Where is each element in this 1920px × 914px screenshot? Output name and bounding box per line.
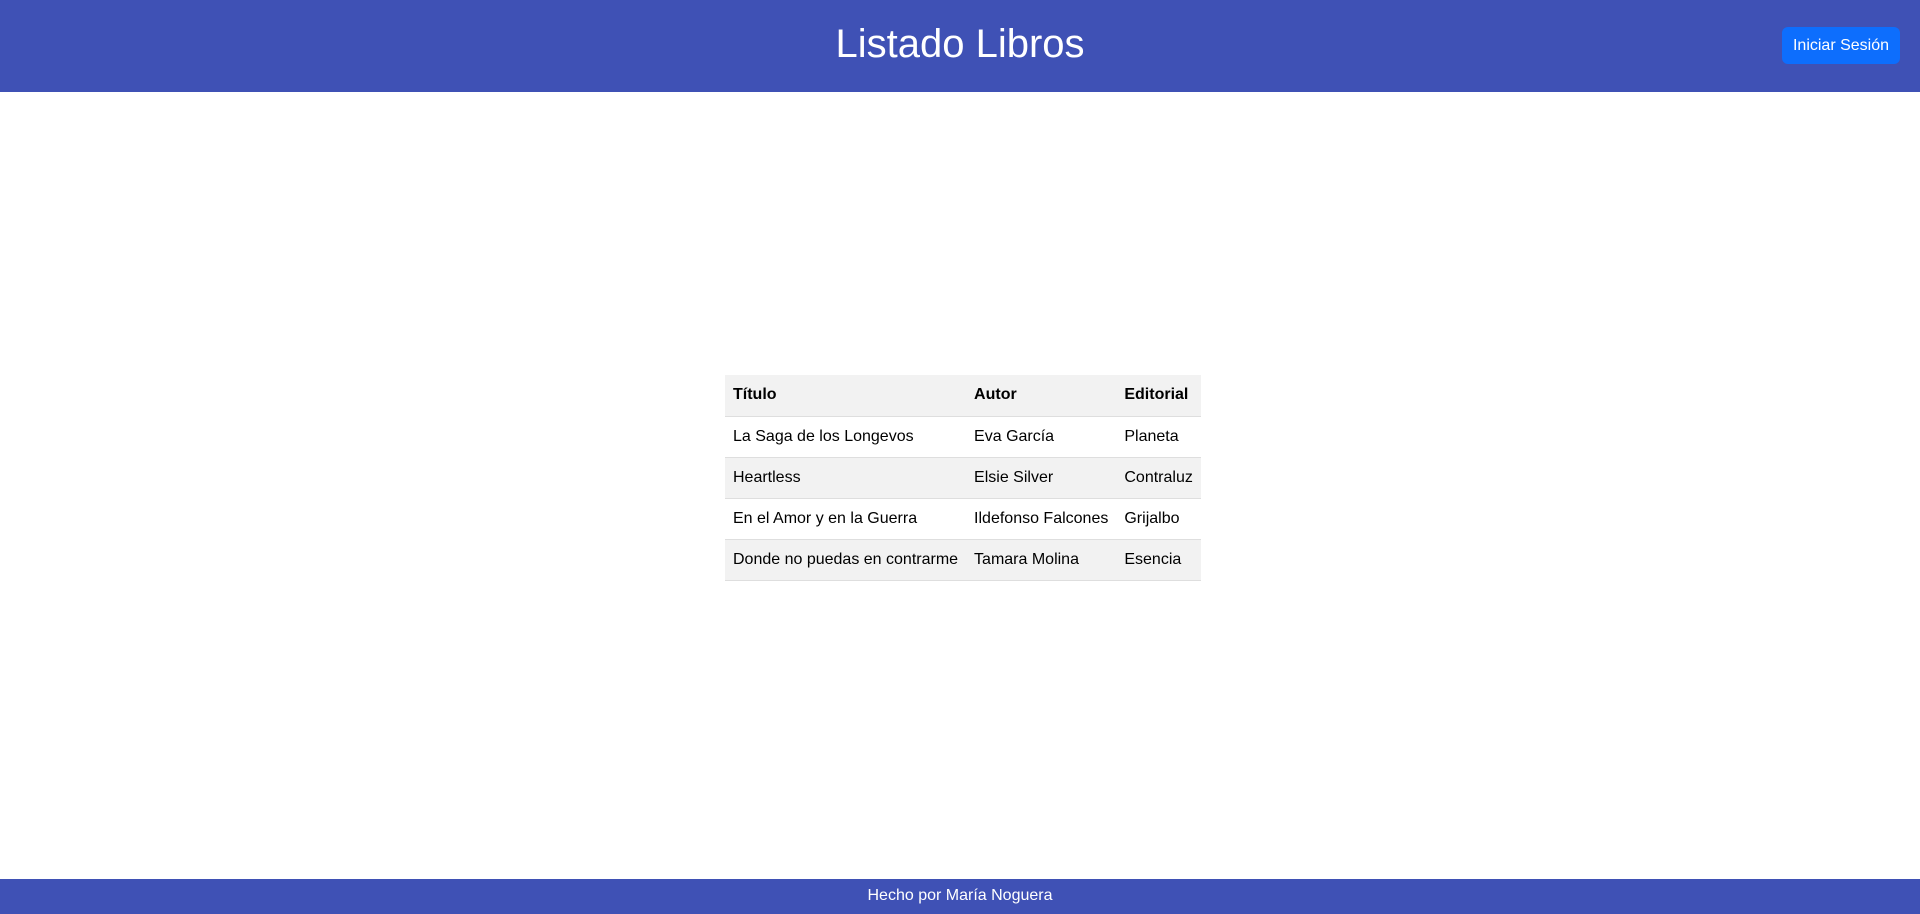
table-row: Donde no puedas en contrarme Tamara Moli…: [725, 539, 1201, 581]
cell-author: Ildefonso Falcones: [966, 498, 1117, 540]
cell-title: Donde no puedas en contrarme: [725, 539, 967, 581]
cell-title: En el Amor y en la Guerra: [725, 498, 967, 540]
column-header-author: Autor: [966, 375, 1117, 417]
header-bar: Listado Libros Iniciar Sesión: [0, 0, 1920, 92]
cell-author: Eva García: [966, 416, 1117, 458]
cell-title: La Saga de los Longevos: [725, 416, 967, 458]
cell-publisher: Contraluz: [1116, 457, 1201, 499]
page-title: Listado Libros: [835, 22, 1085, 66]
login-button[interactable]: Iniciar Sesión: [1782, 27, 1900, 64]
books-table: Título Autor Editorial La Saga de los Lo…: [725, 375, 1201, 581]
cell-author: Tamara Molina: [966, 539, 1117, 581]
cell-author: Elsie Silver: [966, 457, 1117, 499]
table-header-row: Título Autor Editorial: [725, 375, 1201, 417]
table-row: Heartless Elsie Silver Contraluz: [725, 457, 1201, 499]
footer: Hecho por María Noguera: [0, 879, 1920, 914]
main-content: Título Autor Editorial La Saga de los Lo…: [0, 92, 1920, 879]
cell-publisher: Planeta: [1116, 416, 1201, 458]
cell-publisher: Grijalbo: [1116, 498, 1201, 540]
column-header-title: Título: [725, 375, 967, 417]
table-row: En el Amor y en la Guerra Ildefonso Falc…: [725, 498, 1201, 540]
table-row: La Saga de los Longevos Eva García Plane…: [725, 416, 1201, 458]
page: Listado Libros Iniciar Sesión Título Aut…: [0, 0, 1920, 914]
column-header-publisher: Editorial: [1116, 375, 1201, 417]
cell-title: Heartless: [725, 457, 967, 499]
cell-publisher: Esencia: [1116, 539, 1201, 581]
footer-credit: Hecho por María Noguera: [867, 887, 1053, 904]
